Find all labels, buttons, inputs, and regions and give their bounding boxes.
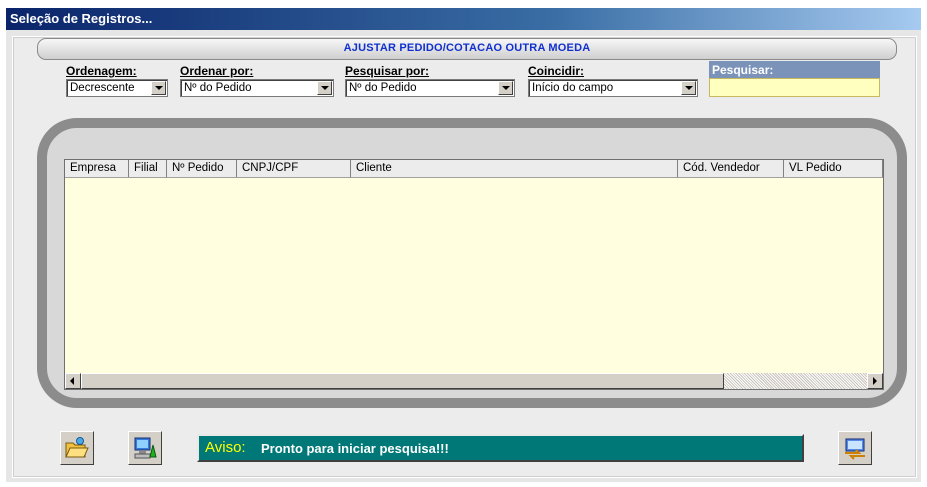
ordenar-por-value: Nº do Pedido [184, 82, 252, 94]
column-header-numero-pedido[interactable]: Nº Pedido [167, 160, 237, 177]
ordenagem-value: Decrescente [70, 82, 135, 94]
ordenar-por-select[interactable]: Nº do Pedido [180, 79, 334, 97]
open-button[interactable] [60, 431, 94, 465]
chevron-down-icon[interactable] [681, 81, 696, 95]
coincidir-value: Início do campo [532, 82, 614, 94]
status-bar: Aviso: Pronto para iniciar pesquisa!!! [197, 434, 804, 462]
search-input[interactable] [709, 78, 880, 97]
operation-title: AJUSTAR PEDIDO/COTACAO OUTRA MOEDA [343, 42, 591, 54]
report-button[interactable] [128, 431, 162, 465]
pesquisar-por-select[interactable]: Nº do Pedido [345, 79, 515, 97]
scroll-left-icon[interactable] [65, 373, 81, 389]
column-header-empresa[interactable]: Empresa [65, 160, 129, 177]
chevron-down-icon[interactable] [151, 81, 166, 95]
grid-header: Empresa Filial Nº Pedido CNPJ/CPF Client… [65, 160, 883, 178]
column-header-cnpj-cpf[interactable]: CNPJ/CPF [237, 160, 351, 177]
pesquisar-label: Pesquisar: [709, 61, 880, 78]
selection-window: Seleção de Registros... AJUSTAR PEDIDO/C… [0, 0, 927, 487]
transfer-button[interactable] [838, 431, 872, 465]
ordenagem-label: Ordenagem: [66, 64, 137, 78]
column-header-cod-vendedor[interactable]: Cód. Vendedor [678, 160, 784, 177]
column-header-cliente[interactable]: Cliente [351, 160, 678, 177]
status-key: Aviso: [205, 439, 246, 456]
transfer-icon [845, 438, 865, 460]
window-title: Seleção de Registros... [10, 11, 153, 26]
coincidir-select[interactable]: Início do campo [528, 79, 698, 97]
chevron-down-icon[interactable] [317, 81, 332, 95]
pesquisar-por-label: Pesquisar por: [345, 64, 430, 78]
title-bar[interactable]: Seleção de Registros... [6, 8, 921, 30]
ordenagem-select[interactable]: Decrescente [66, 79, 168, 97]
scroll-right-icon[interactable] [867, 373, 883, 389]
scrollbar-track[interactable] [724, 373, 867, 389]
column-header-vl-pedido[interactable]: VL Pedido [784, 160, 883, 177]
folder-open-icon [65, 437, 89, 458]
status-message: Pronto para iniciar pesquisa!!! [261, 441, 449, 456]
column-header-filial[interactable]: Filial [129, 160, 167, 177]
chevron-down-icon[interactable] [498, 81, 513, 95]
pesquisar-por-value: Nº do Pedido [349, 82, 417, 94]
ordenar-por-label: Ordenar por: [180, 64, 254, 78]
horizontal-scrollbar[interactable] [65, 373, 883, 389]
records-grid[interactable]: Empresa Filial Nº Pedido CNPJ/CPF Client… [64, 159, 884, 390]
coincidir-label: Coincidir: [528, 64, 584, 78]
scrollbar-thumb[interactable] [81, 373, 724, 389]
computer-report-icon [134, 437, 157, 459]
operation-banner: AJUSTAR PEDIDO/COTACAO OUTRA MOEDA [37, 38, 897, 60]
